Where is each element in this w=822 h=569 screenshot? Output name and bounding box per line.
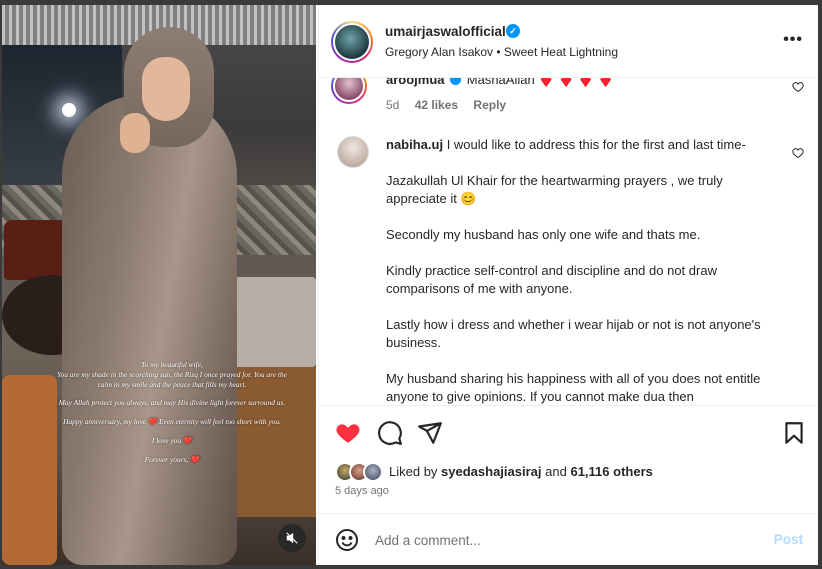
overlay-line: May Allah protect you always, and may Hi… [58,398,286,408]
likes-text: Liked by syedashajiasiraj and 61,116 oth… [389,464,653,479]
comment-input[interactable] [375,528,745,552]
comments-list[interactable]: aroojmua MashaAllah ♦️ ♦️ ♦️ ♦️ 5d 42 li… [319,78,818,405]
comment-likes[interactable]: 42 likes [415,98,458,112]
audio-track-link[interactable]: Gregory Alan Isakov • Sweet Heat Lightni… [385,45,618,59]
liked-by-user[interactable]: syedashajiasiraj [441,464,541,479]
comment-text: I would like to address this for the fir… [386,137,761,404]
verified-badge-icon [450,78,462,85]
author-avatar[interactable] [331,21,373,63]
overlay-line: Forever yours, ❤️ [144,454,200,464]
emoji-icon[interactable] [335,528,359,552]
person-hand [120,113,150,153]
comment-username[interactable]: aroojmua [386,78,445,87]
person-face [142,57,190,121]
overlay-line: To my beautiful wife, [141,360,203,369]
background-cushion [230,277,316,367]
comment-meta: 5d 42 likes Reply [386,98,518,112]
background-light [62,103,76,117]
overlay-line: Happy anniversary, my love ❤️ Even etern… [63,417,281,427]
comment-body: nabiha.uj I would like to address this f… [386,136,786,405]
comment-composer: Post [319,513,818,565]
post-modal: To my beautiful wife, You are my shade i… [2,5,818,565]
post-panel: umairjaswalofficial ✓ Gregory Alan Isako… [318,5,818,565]
author-username[interactable]: umairjaswalofficial [385,24,506,39]
screen-background: To my beautiful wife, You are my shade i… [0,0,822,569]
liker-avatars[interactable] [335,462,393,482]
action-bar [319,405,818,457]
likes-count[interactable]: 61,116 others [570,464,652,479]
comment-username[interactable]: nabiha.uj [386,137,443,152]
post-header: umairjaswalofficial ✓ Gregory Alan Isako… [319,5,818,78]
mute-button[interactable] [278,524,306,552]
share-icon[interactable] [417,420,443,446]
comment-body: aroojmua MashaAllah ♦️ ♦️ ♦️ ♦️ [386,78,614,88]
comment-like-heart-icon[interactable] [792,147,804,159]
liked-by-and: and [545,464,567,479]
post-media[interactable]: To my beautiful wife, You are my shade i… [2,5,316,565]
verified-badge-icon: ✓ [506,24,520,38]
person-figure [62,95,237,565]
comment-icon[interactable] [377,420,403,446]
comment-text: MashaAllah ♦️ ♦️ ♦️ ♦️ [466,78,614,87]
comment-avatar[interactable] [331,78,367,104]
liked-by-prefix: Liked by [389,464,438,479]
overlay-line: I love you ❤️ [151,435,193,445]
post-comment-button[interactable]: Post [774,532,803,547]
reply-button[interactable]: Reply [473,98,506,112]
overlay-line: You are my shade in the scorching sun, t… [57,369,287,389]
media-caption-overlay: To my beautiful wife, You are my shade i… [52,360,292,474]
background-bag [4,220,69,280]
more-icon[interactable]: ••• [783,31,803,49]
comment-age: 5d [386,98,400,112]
bookmark-icon[interactable] [781,420,807,446]
mute-icon [286,532,298,544]
background-chair [2,375,57,565]
post-date[interactable]: 5 days ago [335,485,389,497]
heart-icon[interactable] [335,420,361,446]
likes-summary: Liked by syedashajiasiraj and 61,116 oth… [319,457,818,487]
comment-avatar[interactable] [337,136,369,168]
comment-like-heart-icon[interactable] [792,81,804,93]
